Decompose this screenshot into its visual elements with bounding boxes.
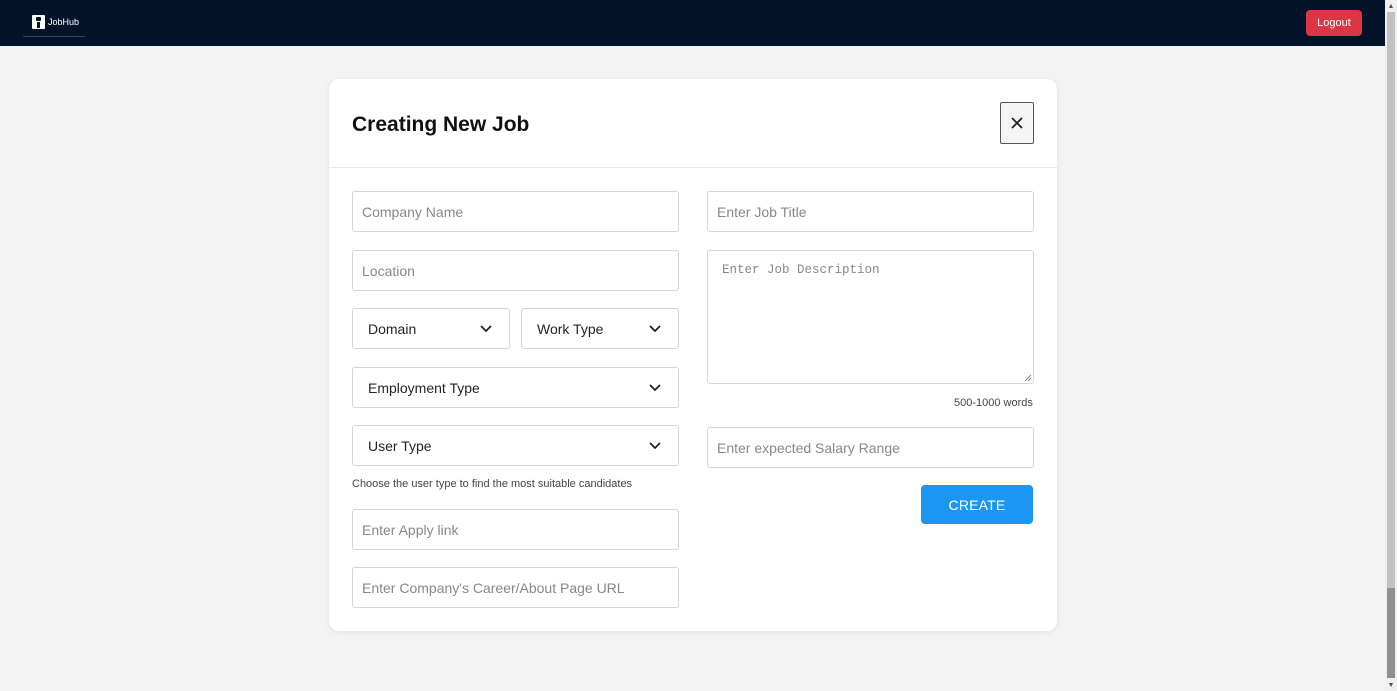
scroll-down-arrow-icon[interactable]: ▼ [1385,679,1397,691]
employment-type-select[interactable]: Employment Type [352,367,679,408]
domain-select[interactable]: Domain [352,308,510,349]
modal-header: Creating New Job [329,79,1057,168]
top-navbar: JobHub Logout [0,0,1385,46]
salary-range-input[interactable] [707,427,1034,468]
resize-grip-icon[interactable] [1024,374,1032,382]
domain-select-label: Domain [368,320,417,337]
chevron-down-icon [648,381,662,395]
create-button[interactable]: CREATE [921,485,1033,524]
user-type-select[interactable]: User Type [352,425,679,466]
scroll-up-arrow-icon[interactable]: ▲ [1385,0,1397,12]
description-word-hint: 500-1000 words [954,397,1033,409]
work-type-select-label: Work Type [537,320,604,337]
job-description-textarea[interactable] [707,250,1034,384]
user-type-select-label: User Type [368,437,432,454]
chevron-down-icon [648,322,662,336]
chevron-down-icon [648,439,662,453]
close-icon [1011,117,1023,129]
scrollbar-track [1387,12,1395,588]
brand-name: JobHub [48,17,80,27]
location-input[interactable] [352,250,679,291]
job-title-input[interactable] [707,191,1034,232]
scrollbar-thumb[interactable] [1387,588,1395,678]
create-job-modal: Creating New Job Domain Work Type Employ… [329,79,1057,631]
work-type-select[interactable]: Work Type [521,308,679,349]
career-page-url-input[interactable] [352,567,679,608]
logout-button[interactable]: Logout [1306,10,1362,36]
briefcase-person-icon [32,15,45,29]
user-type-hint: Choose the user type to find the most su… [352,478,633,490]
modal-title: Creating New Job [352,113,530,136]
employment-type-select-label: Employment Type [368,379,480,396]
page-scrollbar[interactable]: ▲ ▼ [1385,0,1397,691]
brand-logo[interactable]: JobHub [23,8,85,37]
apply-link-input[interactable] [352,509,679,550]
company-name-input[interactable] [352,191,679,232]
chevron-down-icon [479,322,493,336]
close-button[interactable] [1000,102,1034,144]
